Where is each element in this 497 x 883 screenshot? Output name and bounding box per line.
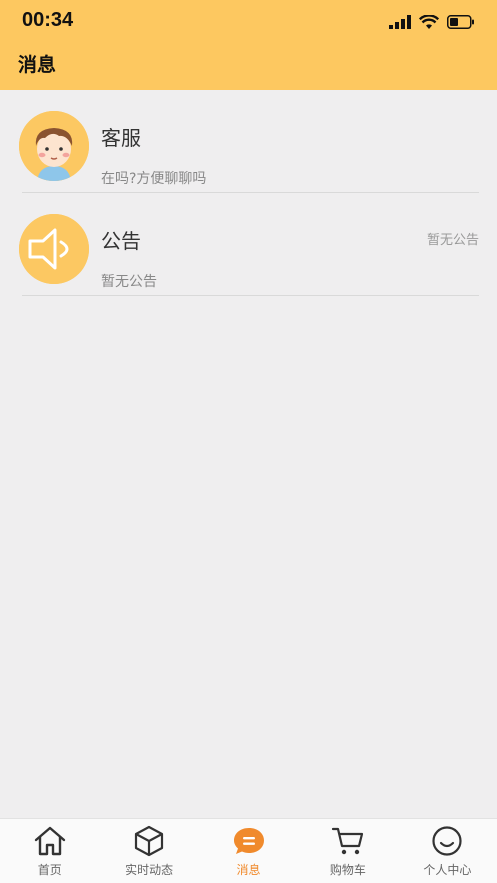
avatar xyxy=(19,214,89,284)
status-bar: 00:34 xyxy=(0,0,497,42)
tab-home[interactable]: 首页 xyxy=(0,819,99,883)
chat-icon xyxy=(233,828,264,854)
status-icons xyxy=(389,12,475,32)
tab-messages[interactable]: 消息 xyxy=(199,819,298,883)
page-title: 消息 xyxy=(18,54,57,76)
message-preview: 暂无公告 xyxy=(101,274,157,290)
avatar xyxy=(19,111,89,181)
list-item-customer-service[interactable]: 客服 在吗?方便聊聊吗 xyxy=(0,90,497,193)
bottom-tab-bar: 首页 实时动态 消息 购物车 个人中心 xyxy=(0,818,497,883)
tab-label: 个人中心 xyxy=(423,863,472,877)
signal-icon xyxy=(389,15,411,29)
tab-label: 消息 xyxy=(236,863,261,877)
message-preview: 在吗?方便聊聊吗 xyxy=(101,171,207,187)
smile-icon xyxy=(432,826,462,856)
message-list: 客服 在吗?方便聊聊吗 公告 暂无公告 暂无公告 xyxy=(0,90,497,296)
tab-profile[interactable]: 个人中心 xyxy=(398,819,497,883)
tab-label: 购物车 xyxy=(329,863,366,877)
contact-name: 客服 xyxy=(101,126,141,150)
wifi-icon xyxy=(419,14,439,29)
header: 00:34 消息 xyxy=(0,0,497,90)
boy-avatar-icon xyxy=(19,111,89,181)
divider xyxy=(22,295,479,296)
tab-label: 实时动态 xyxy=(125,863,174,877)
list-item-announcement[interactable]: 公告 暂无公告 暂无公告 xyxy=(0,193,497,296)
status-time: 00:34 xyxy=(22,9,74,31)
tab-live-feed[interactable]: 实时动态 xyxy=(99,819,198,883)
message-status: 暂无公告 xyxy=(426,233,479,248)
home-icon xyxy=(34,826,65,856)
cube-icon xyxy=(135,825,164,857)
battery-icon xyxy=(447,15,474,29)
tab-cart[interactable]: 购物车 xyxy=(298,819,397,883)
contact-name: 公告 xyxy=(101,229,141,253)
speaker-icon xyxy=(19,214,89,284)
tab-label: 首页 xyxy=(37,863,62,877)
cart-icon xyxy=(331,827,364,855)
